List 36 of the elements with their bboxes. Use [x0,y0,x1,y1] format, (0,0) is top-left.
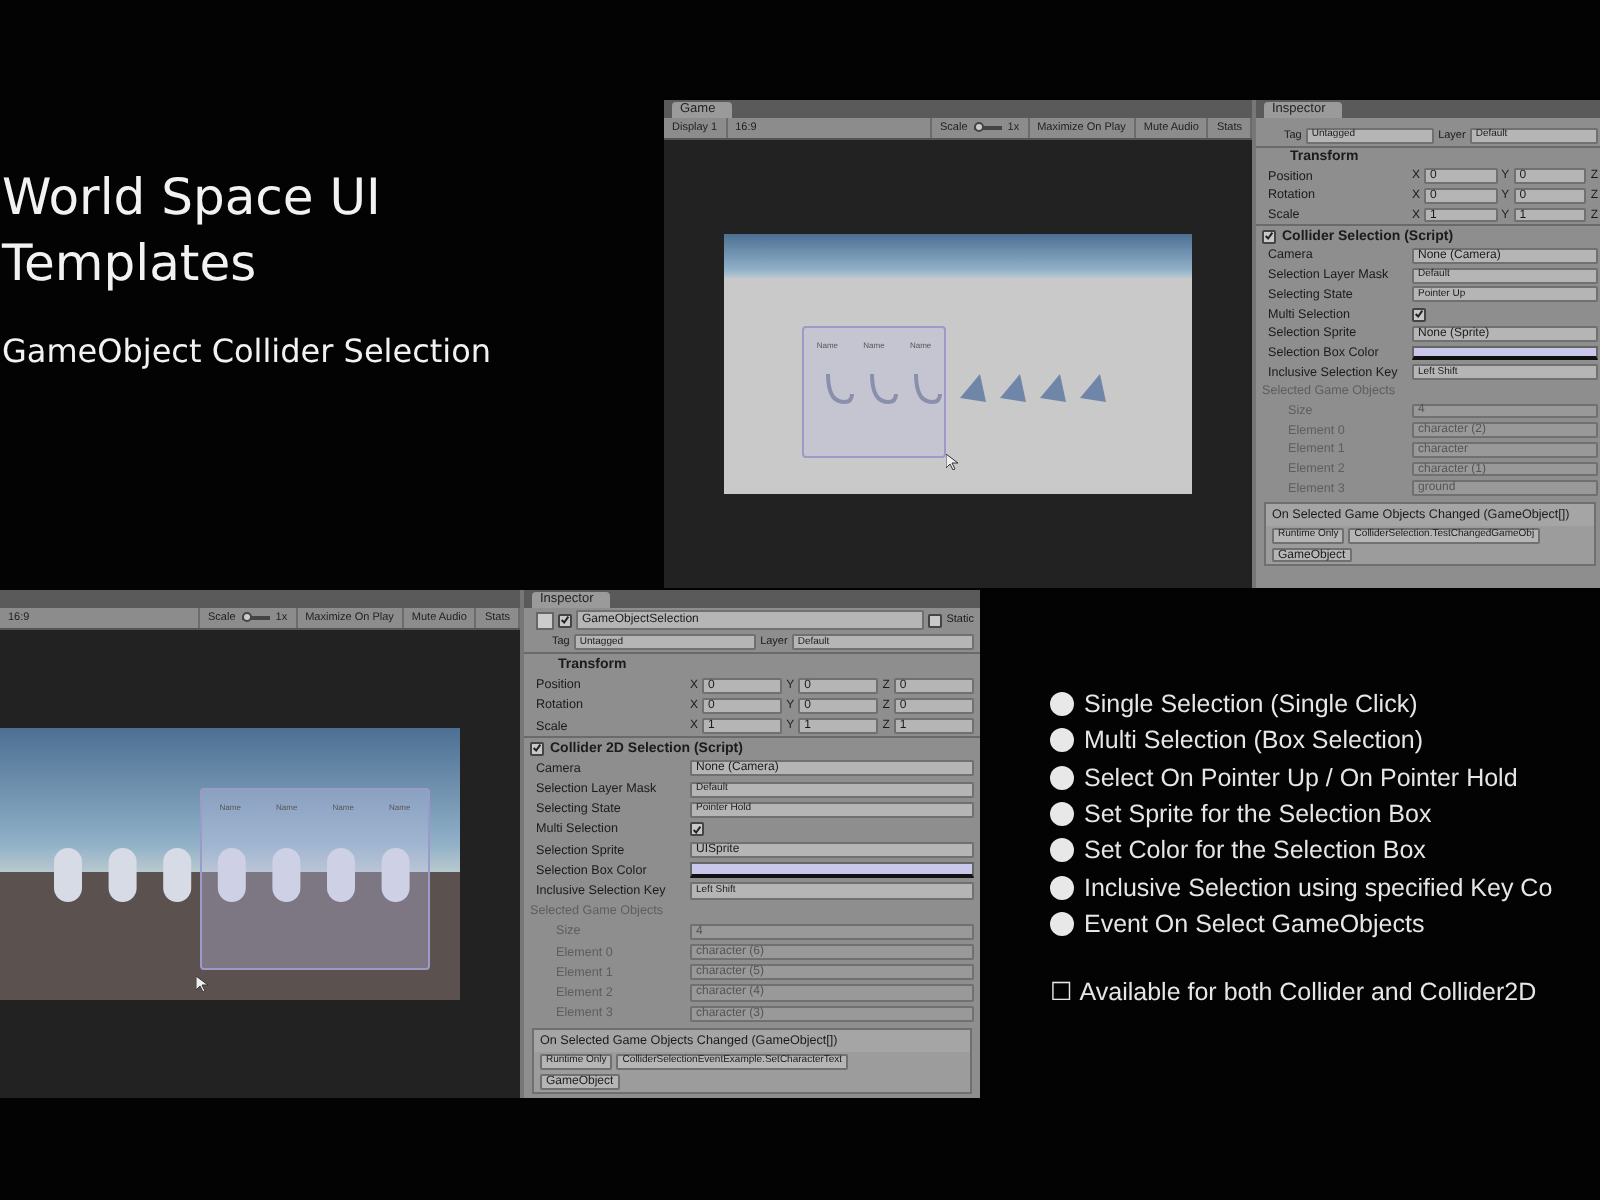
color-field[interactable] [690,862,974,879]
check-icon [692,823,702,836]
slider-thumb[interactable] [241,612,252,622]
feature-text: Set Color for the Selection Box [1084,836,1426,865]
static-checkbox[interactable] [928,613,943,628]
feature-text: Single Selection (Single Click) [1084,690,1418,719]
feature-text: Inclusive Selection using specified Key Co [1084,873,1553,902]
component-checkbox[interactable] [1262,229,1276,244]
check-icon [1264,230,1274,243]
active-checkbox[interactable] [558,613,572,628]
feature-text: Set Sprite for the Selection Box [1084,800,1432,829]
bullet-icon [1050,838,1074,863]
checkbox[interactable] [1412,307,1426,322]
note-text: ☐ Available for both Collider and Collider2D [1050,976,1539,1007]
feature-text: Multi Selection (Box Selection) [1084,726,1424,755]
cube-icon [536,611,554,630]
check-icon [560,614,570,627]
slider-thumb[interactable] [973,122,984,132]
bullet-icon [1050,728,1074,753]
subtitle: GameObject Collider Selection [2,332,492,370]
cursor-icon [196,976,208,992]
bullet-icon [1050,765,1074,790]
check-icon [532,742,542,755]
bullet-icon [1050,911,1074,936]
checkbox[interactable] [690,822,704,837]
title-line: World Space UI [2,166,383,230]
cursor-icon [946,454,958,470]
title-line: Templates [2,232,259,296]
bullet-icon [1050,802,1074,827]
component-checkbox[interactable] [530,741,544,756]
feature-text: Event On Select GameObjects [1084,909,1425,938]
check-icon [1414,308,1424,321]
feature-text: Select On Pointer Up / On Pointer Hold [1084,763,1518,792]
bullet-icon [1050,875,1074,900]
color-field[interactable] [1412,345,1598,361]
bullet-icon [1050,692,1074,717]
